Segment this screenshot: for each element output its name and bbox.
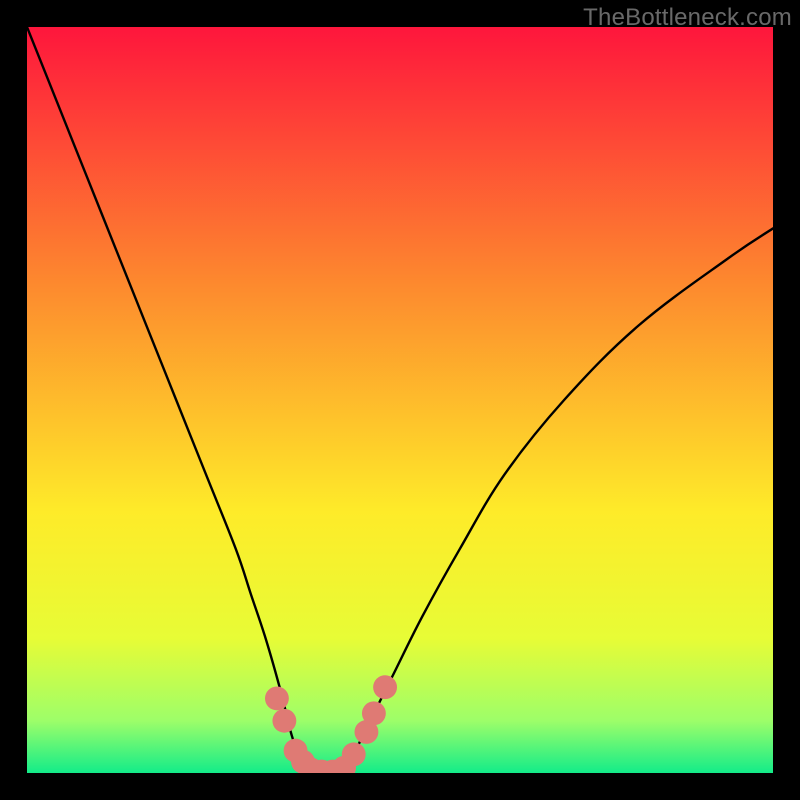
valley-marker	[373, 675, 397, 699]
valley-marker	[362, 701, 386, 725]
valley-marker	[265, 686, 289, 710]
valley-marker	[342, 742, 366, 766]
watermark-text: TheBottleneck.com	[583, 4, 792, 32]
bottleneck-chart	[27, 27, 773, 773]
chart-plot-area	[27, 27, 773, 773]
valley-marker	[272, 709, 296, 733]
chart-frame: TheBottleneck.com	[0, 0, 800, 800]
